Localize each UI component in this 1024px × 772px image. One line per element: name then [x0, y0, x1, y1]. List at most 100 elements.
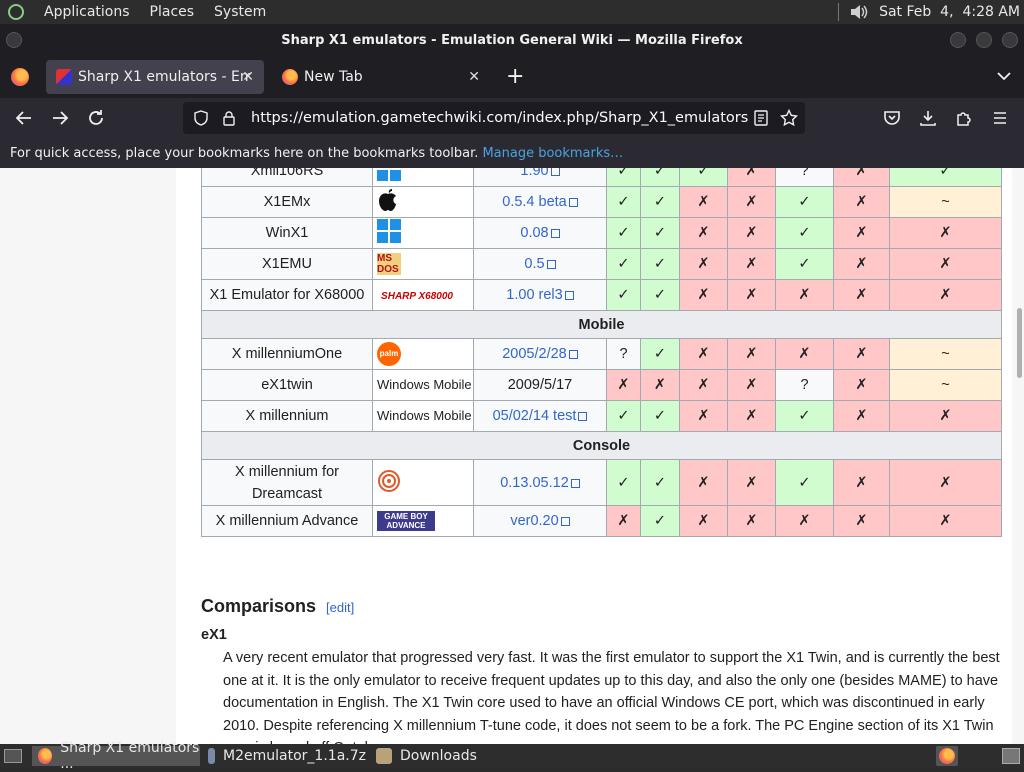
back-arrow-icon[interactable] [10, 104, 38, 132]
places-menu[interactable]: Places [150, 4, 195, 20]
feature-cell: ✗ [679, 505, 728, 537]
show-desktop-icon[interactable] [4, 749, 22, 763]
version-cell[interactable]: 0.13.05.12 [473, 459, 607, 506]
version-text[interactable]: 0.13.05.12 [500, 475, 569, 491]
close-window-icon[interactable] [1002, 32, 1018, 48]
feature-cell: ✓ [640, 279, 680, 311]
version-link[interactable]: 0.08 [520, 225, 560, 241]
page-scrollbar[interactable] [1017, 308, 1022, 378]
extensions-puzzle-icon[interactable] [950, 104, 978, 132]
wiki-content: Xmil106RS 1.90 ✓ ✓ ✓ ✗? ✗ ✓ X1EMx 0.5.4 beta ✓ ✓ ✗ ✗ ✓… [176, 168, 1012, 744]
version-text[interactable]: 05/02/14 test [493, 408, 577, 424]
window-menu-icon[interactable] [6, 32, 22, 48]
reload-icon[interactable] [82, 104, 110, 132]
version-cell[interactable]: 1.00 rel3 [473, 279, 607, 311]
tracking-protection-shield-icon[interactable] [193, 110, 209, 126]
system-menu[interactable]: System [214, 4, 266, 20]
version-link[interactable]: 1.00 rel3 [506, 287, 574, 303]
version-link[interactable]: 0.13.05.12 [500, 475, 580, 491]
version-cell[interactable]: 0.08 [473, 217, 607, 249]
version-cell[interactable]: 0.5.4 beta [473, 186, 607, 218]
feature-cell: ✗ [833, 217, 890, 249]
minimize-icon[interactable] [950, 32, 966, 48]
version-link[interactable]: 0.5 [524, 256, 556, 272]
workspace-switcher[interactable] [1002, 748, 1020, 764]
taskbar-item-firefox[interactable]: Sharp X1 emulators ... [32, 740, 200, 772]
windows-icon [377, 219, 401, 243]
clock[interactable]: Sat Feb 4, 4:28 AM [879, 4, 1020, 20]
feature-cell: ✓ [889, 168, 1002, 187]
tray-firefox-icon[interactable] [936, 746, 958, 766]
version-link[interactable]: 0.5.4 beta [502, 194, 578, 210]
section-header: Console [201, 431, 1002, 460]
os-cell: MS DOS [372, 248, 474, 280]
tab-close-icon[interactable]: ✕ [242, 69, 254, 85]
volume-icon[interactable] [849, 4, 869, 20]
url-bar[interactable]: https://emulation.gametechwiki.com/index… [183, 102, 805, 134]
version-text[interactable]: 1.00 rel3 [506, 287, 562, 303]
table-row: WinX1 0.08 ✓ ✓ ✗ ✗ ✓ ✗ ✗ [201, 217, 1002, 249]
feature-cell: ✗ [679, 459, 728, 506]
panel-right: Sat Feb 4, 4:28 AM [838, 0, 1024, 24]
version-text[interactable]: 0.5 [524, 256, 544, 272]
version-cell: 2009/5/17 [473, 369, 607, 401]
downloads-icon[interactable] [914, 104, 942, 132]
maximize-icon[interactable] [976, 32, 992, 48]
padlock-icon[interactable] [221, 110, 237, 126]
forward-arrow-icon[interactable] [46, 104, 74, 132]
version-text[interactable]: 0.08 [520, 225, 548, 241]
feature-cell: ✗ [889, 248, 1002, 280]
applications-menu[interactable]: Applications [44, 4, 130, 20]
version-text[interactable]: 2005/2/28 [502, 346, 567, 362]
firefox-menu-icon[interactable] [11, 68, 29, 86]
pocket-icon[interactable] [878, 104, 906, 132]
url-text[interactable]: https://emulation.gametechwiki.com/index… [251, 110, 748, 126]
feature-cell: ✓ [606, 168, 641, 187]
feature-cell: ✗ [833, 459, 890, 506]
edit-link[interactable]: [edit] [326, 600, 354, 615]
gnome-foot-icon[interactable] [8, 4, 24, 20]
emulators-table: Xmil106RS 1.90 ✓ ✓ ✓ ✗? ✗ ✓ X1EMx 0.5.4 beta ✓ ✓ ✗ ✗ ✓… [201, 168, 1002, 537]
window-titlebar: Sharp X1 emulators - Emulation General W… [0, 24, 1024, 56]
tab-new-tab[interactable]: New Tab ✕ [272, 60, 490, 94]
taskbar-item-archive[interactable]: M2emulator_1.1a.7z [206, 746, 366, 766]
feature-cell: ✓ [679, 168, 728, 187]
version-text[interactable]: ver0.20 [510, 513, 558, 529]
page-viewport: Xmil106RS 1.90 ✓ ✓ ✓ ✗? ✗ ✓ X1EMx 0.5.4 beta ✓ ✓ ✗ ✗ ✓… [0, 168, 1024, 744]
version-text[interactable]: 0.5.4 beta [502, 194, 567, 210]
hamburger-menu-icon[interactable] [986, 104, 1014, 132]
version-cell[interactable]: ver0.20 [473, 505, 607, 537]
external-link-icon [546, 260, 556, 269]
version-cell[interactable]: 1.90 [473, 168, 607, 187]
comparisons-section: Comparisons [edit] eX1 A very recent emul… [201, 596, 1001, 744]
emulator-name: eX1twin [201, 369, 373, 401]
version-link[interactable]: 1.90 [520, 168, 560, 179]
version-link[interactable]: 2005/2/28 [502, 346, 578, 362]
feature-cell: ✗ [727, 279, 776, 311]
version-cell[interactable]: 05/02/14 test [473, 400, 607, 432]
edit-link-text[interactable]: edit [330, 600, 351, 615]
feature-cell: ✗ [833, 186, 890, 218]
list-all-tabs-chevron-icon[interactable] [996, 68, 1012, 88]
reader-view-icon[interactable] [753, 110, 769, 130]
version-cell[interactable]: 2005/2/28 [473, 338, 607, 370]
feature-cell: ✗ [606, 505, 641, 537]
version-cell[interactable]: 0.5 [473, 248, 607, 280]
taskbar-item-downloads[interactable]: Downloads [374, 746, 534, 766]
feature-cell: ✗ [889, 400, 1002, 432]
version-link[interactable]: ver0.20 [510, 513, 570, 529]
tab-sharp-x1[interactable]: Sharp X1 emulators - Emulat ✕ [46, 60, 264, 94]
feature-cell: ✗ [727, 505, 776, 537]
new-tab-button[interactable]: + [506, 64, 524, 89]
version-text[interactable]: 1.90 [520, 168, 548, 179]
tab-close-icon[interactable]: ✕ [468, 69, 480, 85]
window-title: Sharp X1 emulators - Emulation General W… [281, 32, 743, 48]
dreamcast-swirl-icon [377, 469, 401, 497]
os-cell: SHARP X68000 [372, 279, 474, 311]
feature-cell: ✗ [727, 400, 776, 432]
version-link[interactable]: 05/02/14 test [493, 408, 588, 424]
bookmarks-hint: For quick access, place your bookmarks h… [10, 145, 479, 161]
bookmark-star-icon[interactable] [779, 108, 799, 131]
manage-bookmarks-link[interactable]: Manage bookmarks… [482, 146, 623, 161]
os-cell [372, 168, 474, 187]
